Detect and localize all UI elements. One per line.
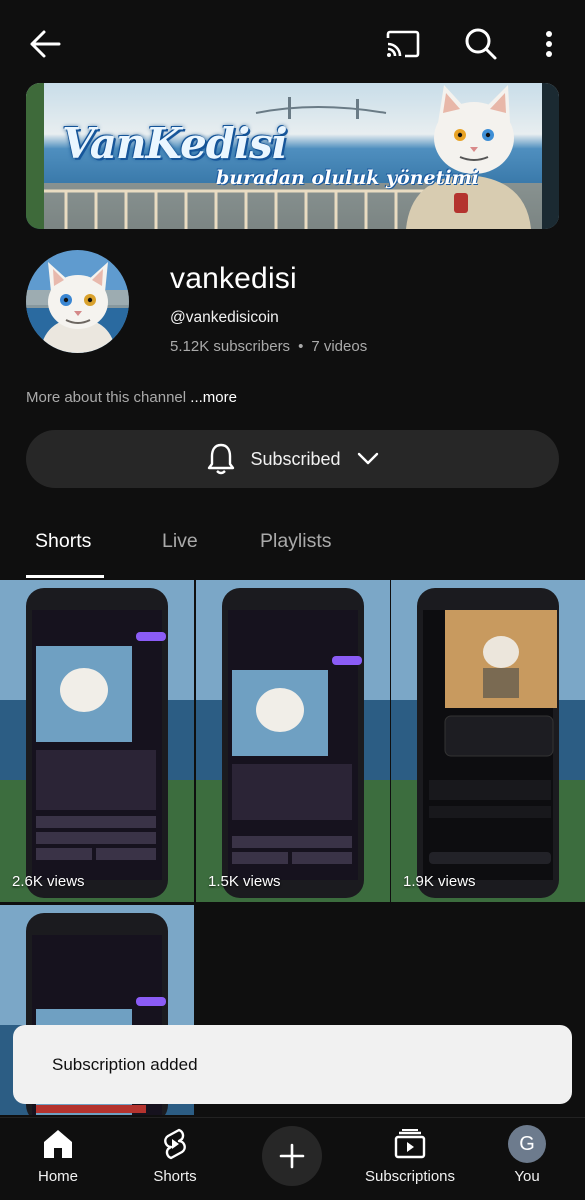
nav-subscriptions[interactable]: Subscriptions: [360, 1118, 460, 1200]
about-channel-link[interactable]: More about this channel ...more: [26, 389, 237, 406]
short-thumbnail[interactable]: 1.9K views: [391, 580, 585, 902]
home-icon: [41, 1126, 75, 1162]
banner-title: VanKedisi: [62, 119, 288, 168]
short-thumbnail[interactable]: 2.6K views: [0, 580, 194, 902]
tab-live[interactable]: Live: [162, 530, 198, 553]
more-link[interactable]: ...more: [190, 389, 237, 406]
you-avatar-wrapper: G: [508, 1125, 546, 1163]
top-app-bar: [0, 0, 585, 84]
nav-you-label: You: [514, 1168, 540, 1185]
chevron-down-icon: [357, 452, 378, 465]
bell-icon: [208, 443, 235, 475]
tab-shorts[interactable]: Shorts: [35, 530, 91, 553]
nav-home-label: Home: [37, 1168, 78, 1185]
channel-stats: 5.12K subscribers • 7 videos: [170, 338, 367, 355]
cast-icon[interactable]: [382, 26, 424, 62]
nav-home[interactable]: Home: [28, 1118, 88, 1200]
about-text: More about this channel: [26, 389, 187, 406]
nav-shorts[interactable]: Shorts: [145, 1118, 205, 1200]
subscriber-count: 5.12K subscribers: [170, 338, 291, 355]
nav-shorts-label: Shorts: [153, 1168, 197, 1185]
subscribed-button[interactable]: Subscribed: [26, 430, 559, 488]
video-count: 7 videos: [311, 338, 368, 355]
shorts-icon: [160, 1126, 190, 1162]
short-view-count: 1.9K views: [403, 873, 476, 890]
tab-selected-indicator: [26, 575, 104, 578]
avatar: G: [508, 1125, 546, 1163]
channel-handle: @vankedisicoin: [170, 309, 279, 326]
toast-message: Subscription added: [52, 1054, 198, 1074]
nav-you[interactable]: G You: [500, 1118, 554, 1200]
short-view-count: 1.5K views: [208, 873, 281, 890]
bottom-navigation: Home Shorts Subscriptions G You: [0, 1117, 585, 1200]
tab-playlists[interactable]: Playlists: [260, 530, 332, 553]
plus-icon: [279, 1143, 305, 1169]
channel-banner: VanKedisi buradan oluluk yönetimi: [26, 83, 559, 229]
arrow-left-icon[interactable]: [24, 26, 66, 62]
snackbar-toast: Subscription added: [13, 1025, 572, 1104]
subscriptions-icon: [393, 1126, 427, 1162]
create-button[interactable]: [262, 1126, 322, 1186]
channel-avatar[interactable]: [26, 250, 129, 353]
separator-dot: •: [298, 338, 304, 355]
search-icon[interactable]: [460, 24, 502, 64]
short-view-count: 2.6K views: [12, 873, 85, 890]
nav-subscriptions-label: Subscriptions: [364, 1168, 456, 1185]
more-vertical-icon[interactable]: [534, 24, 564, 64]
short-thumbnail[interactable]: 1.5K views: [196, 580, 390, 902]
subscribed-label: Subscribed: [250, 448, 341, 469]
channel-name: vankedisi: [170, 262, 297, 295]
channel-tabs: Shorts Live Playlists: [0, 520, 585, 580]
banner-subtitle: buradan oluluk yönetimi: [216, 167, 479, 189]
